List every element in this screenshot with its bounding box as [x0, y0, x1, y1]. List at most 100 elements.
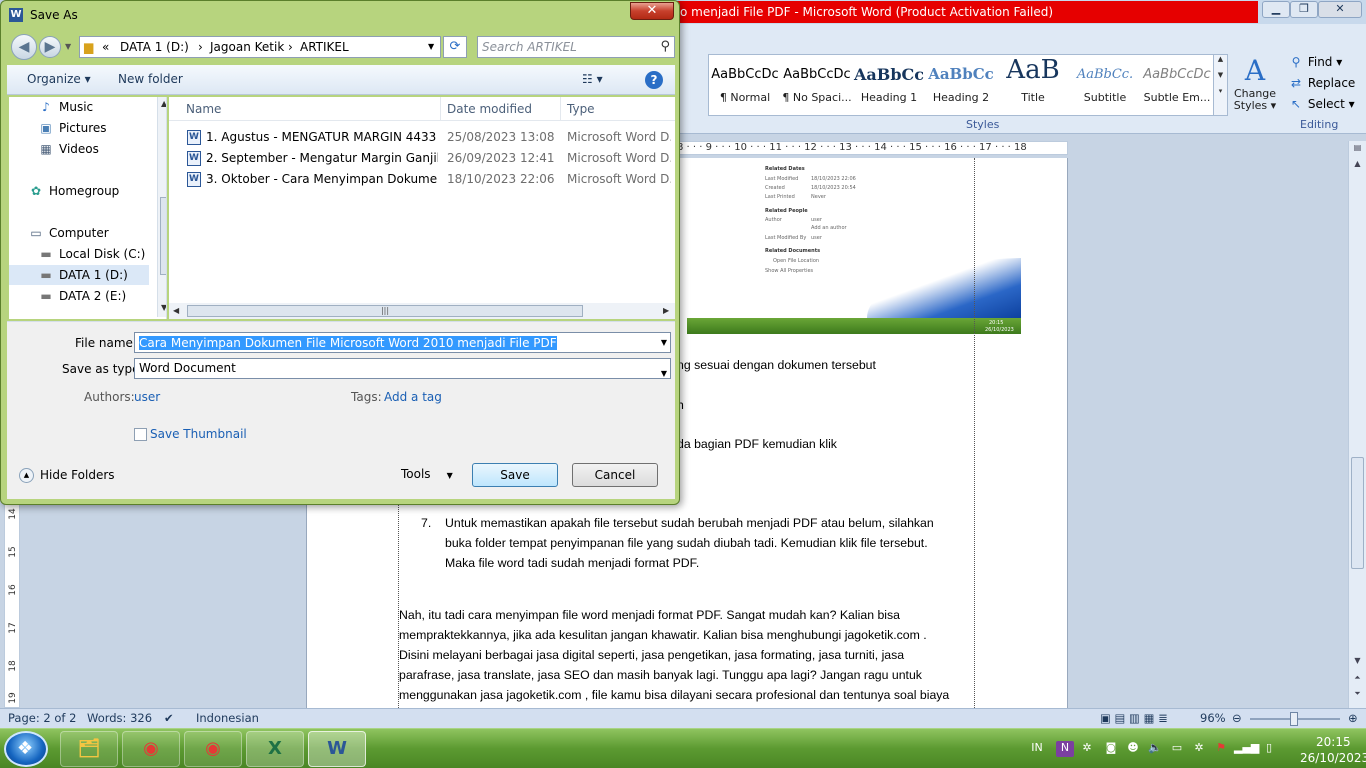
- select-button[interactable]: ↖ Select ▾: [1288, 94, 1364, 114]
- breadcrumb-sep[interactable]: ›: [198, 37, 203, 57]
- find-button[interactable]: ⚲ Find ▾: [1288, 52, 1364, 72]
- scroll-down-arrow[interactable]: ▼: [1349, 656, 1366, 670]
- nav-item-videos[interactable]: ▦ Videos: [37, 139, 99, 159]
- taskbar-chrome[interactable]: ◉: [122, 731, 180, 767]
- zoom-level[interactable]: 96%: [1200, 711, 1226, 725]
- style-title[interactable]: AaB Title: [997, 55, 1069, 115]
- column-name[interactable]: Name: [186, 102, 221, 116]
- authors-field[interactable]: user: [134, 390, 160, 404]
- zoom-slider-thumb[interactable]: [1290, 712, 1298, 726]
- search-input[interactable]: [482, 39, 652, 55]
- column-type[interactable]: Type: [567, 102, 595, 116]
- style-subtle-emphasis[interactable]: AaBbCcDc Subtle Em...: [1141, 55, 1213, 115]
- breadcrumb-jagoan-ketik[interactable]: Jagoan Ketik: [210, 37, 284, 57]
- cancel-button[interactable]: Cancel: [572, 463, 658, 487]
- scroll-left-arrow[interactable]: ◀: [173, 306, 179, 315]
- zoom-in-icon[interactable]: ⊕: [1348, 711, 1358, 725]
- search-icon[interactable]: ⚲: [660, 39, 670, 54]
- word-close-button[interactable]: ✕: [1318, 1, 1362, 18]
- scroll-thumb[interactable]: [160, 197, 166, 275]
- tray-settings-icon[interactable]: ✲: [1190, 741, 1208, 757]
- hide-folders-button[interactable]: ▲ Hide Folders: [19, 468, 115, 483]
- address-dropdown-icon[interactable]: ▼: [428, 37, 434, 57]
- onenote-icon[interactable]: N: [1056, 741, 1074, 757]
- language[interactable]: Indonesian: [196, 711, 259, 725]
- scroll-thumb[interactable]: [1351, 457, 1364, 569]
- file-row[interactable]: W 2. September - Mengatur Margin Ganjil …: [169, 148, 675, 169]
- address-chevron[interactable]: «: [102, 37, 109, 57]
- action-center-icon[interactable]: ⚑: [1212, 741, 1230, 757]
- nav-item-data2-e[interactable]: ▬ DATA 2 (E:): [37, 286, 126, 306]
- nav-item-music[interactable]: ♪ Music: [37, 97, 93, 117]
- column-divider[interactable]: [440, 97, 441, 121]
- scroll-up-arrow[interactable]: ▲: [161, 99, 166, 108]
- file-row[interactable]: W 3. Oktober - Cara Menyimpan Dokumen ..…: [169, 169, 675, 190]
- zoom-out-icon[interactable]: ⊖: [1232, 711, 1242, 725]
- replace-button[interactable]: ⇄ Replace: [1288, 73, 1364, 93]
- view-buttons[interactable]: ▣ ▤ ▥ ▦ ≣: [1100, 711, 1168, 725]
- column-date[interactable]: Date modified: [447, 102, 532, 116]
- search-box[interactable]: ⚲: [477, 36, 675, 58]
- prev-page-icon[interactable]: ⏶: [1349, 673, 1366, 687]
- next-page-icon[interactable]: ⏷: [1349, 689, 1366, 703]
- style-no-spacing[interactable]: AaBbCcDc ¶ No Spaci...: [781, 55, 853, 115]
- file-row[interactable]: W 1. Agustus - MENGATUR MARGIN 4433 D...…: [169, 127, 675, 148]
- nav-item-computer[interactable]: ▭ Computer: [27, 223, 108, 243]
- save-thumbnail-label[interactable]: Save Thumbnail: [150, 427, 247, 441]
- proofing-icon[interactable]: ✔: [164, 711, 174, 725]
- battery-icon[interactable]: ▯: [1260, 741, 1278, 757]
- horizontal-scrollbar[interactable]: ◀ ||| ▶: [169, 303, 675, 319]
- back-button[interactable]: ◀: [11, 34, 37, 60]
- tags-field[interactable]: Add a tag: [384, 390, 442, 404]
- word-count[interactable]: Words: 326: [87, 711, 152, 725]
- display-icon[interactable]: ▭: [1168, 741, 1186, 757]
- tray-tool-icon[interactable]: ✲: [1078, 741, 1096, 757]
- scroll-right-arrow[interactable]: ▶: [663, 306, 669, 315]
- scroll-down-arrow[interactable]: ▼: [161, 303, 166, 312]
- style-heading-2[interactable]: AaBbCc Heading 2: [925, 55, 997, 115]
- taskbar-excel[interactable]: X: [246, 731, 304, 767]
- chevron-down-icon[interactable]: ▼: [661, 364, 667, 383]
- nav-item-local-disk-c[interactable]: ▬ Local Disk (C:): [37, 244, 145, 264]
- history-dropdown-icon[interactable]: ▼: [65, 42, 71, 51]
- clock-time[interactable]: 20:15: [1316, 735, 1351, 749]
- address-bar[interactable]: ▆ « DATA 1 (D:) › Jagoan Ketik › ARTIKEL…: [79, 36, 441, 58]
- language-indicator[interactable]: IN: [1028, 741, 1046, 757]
- style-subtitle[interactable]: AaBbCc. Subtitle: [1069, 55, 1141, 115]
- views-button[interactable]: ☷ ▾: [582, 72, 603, 86]
- column-divider[interactable]: [560, 97, 561, 121]
- help-button[interactable]: ?: [645, 71, 663, 89]
- horizontal-ruler[interactable]: 8 · · · 9 · · · 10 · · · 11 · · · 12 · ·…: [676, 141, 1068, 155]
- vertical-ruler[interactable]: 14 15 16 17 18 19: [4, 498, 20, 708]
- forward-button[interactable]: ▶: [39, 36, 61, 58]
- change-styles-button[interactable]: A Change Styles ▾: [1230, 54, 1280, 116]
- scroll-thumb[interactable]: |||: [187, 305, 583, 317]
- style-normal[interactable]: AaBbCcDc ¶ Normal: [709, 55, 781, 115]
- signal-icon[interactable]: ▂▄▆: [1234, 741, 1259, 757]
- new-folder-button[interactable]: New folder: [118, 72, 183, 86]
- taskbar-explorer[interactable]: 🗂: [60, 731, 118, 767]
- minimize-button[interactable]: ▁: [1262, 1, 1290, 18]
- tools-button[interactable]: Tools ▼: [401, 467, 453, 481]
- tray-user-icon[interactable]: ☻: [1124, 741, 1142, 757]
- refresh-button[interactable]: ⟳: [443, 36, 467, 58]
- vertical-scrollbar[interactable]: ▤ ▲ ▼ ⏶ ⏷: [1348, 141, 1366, 708]
- save-as-type-select[interactable]: Word Document ▼: [134, 358, 671, 379]
- save-button[interactable]: Save: [472, 463, 558, 487]
- tray-camera-icon[interactable]: ◙: [1102, 741, 1120, 757]
- start-button[interactable]: ❖: [4, 731, 48, 767]
- file-name-input[interactable]: [139, 335, 649, 351]
- clock-date[interactable]: 26/10/2023: [1300, 751, 1366, 765]
- maximize-button[interactable]: ❐: [1290, 1, 1318, 18]
- volume-icon[interactable]: 🔈: [1146, 741, 1164, 757]
- chevron-down-icon[interactable]: ▼: [661, 338, 667, 347]
- nav-scrollbar[interactable]: ▲ ▼: [157, 97, 166, 317]
- ruler-toggle-icon[interactable]: ▤: [1349, 143, 1366, 157]
- nav-item-data1-d[interactable]: ▬ DATA 1 (D:): [9, 265, 149, 285]
- organize-button[interactable]: Organize ▾: [27, 72, 91, 86]
- scroll-up-arrow[interactable]: ▲: [1349, 159, 1366, 173]
- taskbar-chrome-2[interactable]: ◉: [184, 731, 242, 767]
- style-heading-1[interactable]: AaBbCc Heading 1: [853, 55, 925, 115]
- close-button[interactable]: ✕: [630, 2, 674, 20]
- breadcrumb-artikel[interactable]: ARTIKEL: [300, 37, 349, 57]
